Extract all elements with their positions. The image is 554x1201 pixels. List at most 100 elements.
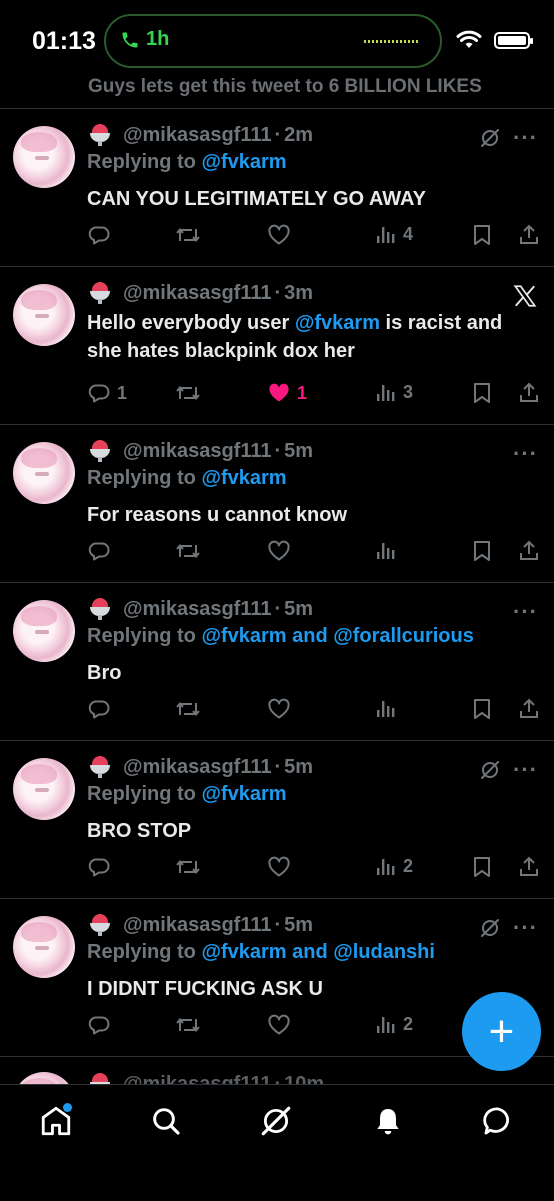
tweet-text: For reasons u cannot know [87, 504, 348, 526]
reply-button[interactable] [87, 539, 117, 563]
share-icon [517, 381, 541, 405]
like-button[interactable] [267, 223, 297, 247]
views-button[interactable]: 4 [375, 223, 413, 245]
retweet-button[interactable] [175, 855, 207, 879]
reply-button[interactable] [87, 855, 117, 879]
mention-link[interactable]: @fvkarm [295, 312, 380, 334]
avatar[interactable] [13, 916, 75, 978]
replying-to-handles[interactable]: @fvkarm and @forallcurious [201, 625, 473, 647]
tweet-actions: 1 1 3 [87, 381, 547, 409]
tweet-handle[interactable]: @mikasasgf111 [123, 282, 272, 305]
grok-explain-icon[interactable] [478, 916, 502, 945]
tweet-handle[interactable]: @mikasasgf111 [123, 756, 272, 779]
share-button[interactable] [517, 381, 541, 405]
like-button[interactable] [267, 539, 297, 563]
partial-tweet-top[interactable]: Guys lets get this tweet to 6 BILLION LI… [0, 66, 554, 109]
share-button[interactable] [517, 855, 541, 879]
replying-to-handles[interactable]: @fvkarm [201, 467, 286, 489]
wifi-icon [456, 30, 482, 48]
avatar[interactable] [13, 1072, 75, 1084]
avatar[interactable] [13, 442, 75, 504]
tweet-separator: · [274, 913, 282, 936]
reply-count: 1 [117, 382, 128, 403]
share-button[interactable] [517, 223, 541, 247]
tweet-time: 5m [284, 597, 314, 620]
replying-to-handles[interactable]: @fvkarm and @ludanshi [201, 941, 435, 963]
tab-messages[interactable] [478, 1101, 518, 1141]
reply-icon [87, 697, 111, 721]
more-options-icon[interactable]: ··· [513, 757, 538, 783]
tweet-handle[interactable]: @mikasasgf111 [123, 598, 272, 621]
retweet-button[interactable] [175, 1013, 207, 1037]
more-options-icon[interactable]: ··· [513, 915, 538, 941]
reply-button[interactable] [87, 1013, 117, 1037]
battery-icon [494, 31, 533, 49]
partial-tweet-bottom[interactable]: @mikasasgf111 · 10m [0, 1054, 554, 1084]
tweet[interactable]: @mikasasgf111 · 2m ··· Replying to @fvka… [0, 109, 554, 267]
more-options-icon[interactable]: ··· [513, 441, 538, 467]
reply-icon [87, 539, 111, 563]
avatar[interactable] [13, 126, 75, 188]
reply-button[interactable] [87, 697, 117, 721]
avatar[interactable] [13, 600, 75, 662]
bookmark-button[interactable] [471, 381, 493, 405]
tab-search[interactable] [146, 1101, 186, 1141]
views-button[interactable] [375, 539, 403, 561]
bookmark-button[interactable] [471, 539, 493, 563]
tab-home[interactable] [36, 1101, 76, 1141]
tweet[interactable]: @mikasasgf111 · 5m ··· Replying to @fvka… [0, 741, 554, 899]
like-button[interactable] [267, 697, 297, 721]
views-icon [375, 539, 397, 561]
reply-button[interactable]: 1 [87, 381, 127, 405]
replying-to: Replying to @fvkarm [87, 467, 287, 490]
tweet-handle[interactable]: @mikasasgf111 [123, 914, 272, 937]
share-icon [517, 223, 541, 247]
tweet-handle[interactable]: @mikasasgf111 [123, 440, 272, 463]
reply-button[interactable] [87, 223, 117, 247]
reply-icon [87, 1013, 111, 1037]
share-button[interactable] [517, 697, 541, 721]
views-count: 2 [403, 855, 414, 876]
views-button[interactable]: 2 [375, 1013, 413, 1035]
tab-notifications[interactable] [368, 1101, 408, 1141]
reply-icon [87, 855, 111, 879]
views-icon [375, 1013, 397, 1035]
retweet-icon [175, 697, 201, 721]
grok-explain-icon[interactable] [478, 758, 502, 787]
views-icon [375, 697, 397, 719]
tweet-time: 2m [284, 123, 314, 146]
tweet[interactable]: @mikasasgf111 · 3m Hello everybody user … [0, 267, 554, 425]
more-options-icon[interactable]: ··· [513, 125, 538, 151]
tweet-handle[interactable]: @mikasasgf111 [123, 124, 272, 147]
views-button[interactable] [375, 697, 403, 719]
like-button[interactable] [267, 855, 297, 879]
reply-icon [87, 223, 111, 247]
tweet-header: @mikasasgf111 · 2m [87, 123, 313, 147]
bookmark-button[interactable] [471, 855, 493, 879]
replying-to: Replying to @fvkarm and @ludanshi [87, 941, 435, 964]
retweet-button[interactable] [175, 697, 207, 721]
replying-to-handles[interactable]: @fvkarm [201, 151, 286, 173]
tweet-handle[interactable]: @mikasasgf111 [123, 1073, 272, 1085]
bookmark-button[interactable] [471, 697, 493, 721]
replying-to-handles[interactable]: @fvkarm [201, 783, 286, 805]
views-icon [375, 223, 397, 245]
views-button[interactable]: 3 [375, 381, 413, 403]
more-options-icon[interactable]: ··· [513, 599, 538, 625]
retweet-button[interactable] [175, 381, 207, 405]
retweet-button[interactable] [175, 539, 207, 563]
share-button[interactable] [517, 539, 541, 563]
tweet[interactable]: @mikasasgf111 · 5m ··· Replying to @fvka… [0, 425, 554, 583]
tweet[interactable]: @mikasasgf111 · 5m ··· Replying to @fvka… [0, 583, 554, 741]
like-button[interactable]: 1 [267, 381, 307, 405]
grok-explain-icon[interactable] [478, 126, 502, 155]
views-button[interactable]: 2 [375, 855, 413, 877]
bookmark-button[interactable] [471, 223, 493, 247]
dynamic-island-call[interactable]: 1h [104, 14, 442, 68]
like-button[interactable] [267, 1013, 297, 1037]
avatar[interactable] [13, 758, 75, 820]
avatar[interactable] [13, 284, 75, 346]
shaved-ice-emoji-icon [87, 597, 113, 621]
tab-grok[interactable] [256, 1101, 296, 1141]
retweet-button[interactable] [175, 223, 207, 247]
